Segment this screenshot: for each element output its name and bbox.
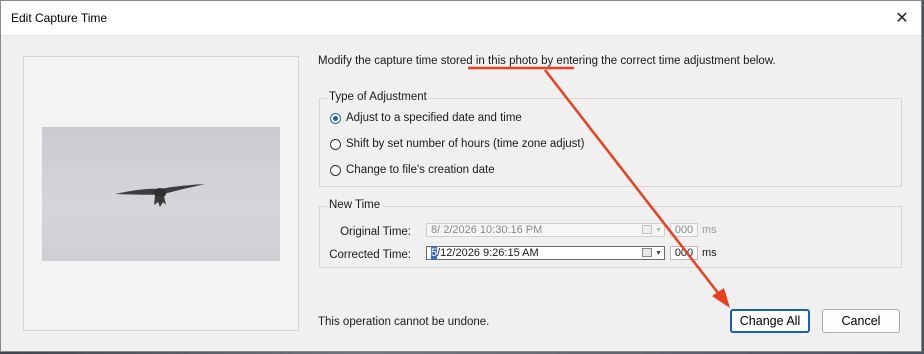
- radio-label: Shift by set number of hours (time zone …: [346, 138, 585, 150]
- radio-button[interactable]: [330, 164, 341, 176]
- adjustment-type-group: Type of Adjustment Adjust to a specified…: [319, 91, 902, 187]
- photo-preview-panel: [23, 56, 299, 331]
- dialog-title: Edit Capture Time: [11, 11, 108, 25]
- radio-shift-hours[interactable]: Shift by set number of hours (time zone …: [330, 138, 584, 150]
- close-icon[interactable]: ✕: [889, 5, 915, 31]
- corrected-time-field[interactable]: 5/12/2026 9:26:15 AM ▼: [426, 246, 665, 260]
- radio-button-checked[interactable]: [330, 112, 341, 124]
- cancel-button[interactable]: Cancel: [822, 309, 900, 333]
- calendar-icon[interactable]: [642, 248, 652, 257]
- corrected-ms-unit: ms: [702, 247, 717, 259]
- original-ms-field: 000: [670, 223, 698, 237]
- original-ms-unit: ms: [702, 224, 717, 236]
- edit-capture-time-dialog: Edit Capture Time ✕ Modify the capture t…: [0, 0, 922, 352]
- radio-adjust-specified[interactable]: Adjust to a specified date and time: [330, 112, 522, 124]
- title-bar: Edit Capture Time ✕: [1, 1, 921, 36]
- instruction-text: Modify the capture time stored in this p…: [318, 55, 776, 67]
- bird-in-flight-image: [115, 184, 205, 207]
- corrected-ms-field[interactable]: 000: [670, 246, 698, 260]
- radio-button[interactable]: [330, 138, 341, 150]
- radio-file-creation-date[interactable]: Change to file's creation date: [330, 164, 495, 176]
- original-time-value: 8/ 2/2026 10:30:16 PM: [431, 224, 543, 236]
- new-time-legend: New Time: [327, 199, 383, 211]
- chevron-down-icon[interactable]: ▼: [655, 250, 662, 258]
- photo-thumbnail: [42, 127, 280, 261]
- original-time-label: Original Time:: [340, 226, 411, 238]
- change-all-button[interactable]: Change All: [730, 309, 810, 333]
- radio-label: Adjust to a specified date and time: [346, 112, 522, 124]
- adjustment-type-legend: Type of Adjustment: [327, 91, 429, 103]
- chevron-down-icon: ▼: [655, 227, 662, 234]
- corrected-time-value: /12/2026 9:26:15 AM: [437, 247, 539, 259]
- warning-text: This operation cannot be undone.: [318, 316, 490, 328]
- corrected-time-label: Corrected Time:: [329, 249, 411, 261]
- radio-label: Change to file's creation date: [346, 164, 495, 176]
- calendar-icon: [642, 225, 652, 234]
- original-time-field: 8/ 2/2026 10:30:16 PM ▼: [426, 223, 665, 237]
